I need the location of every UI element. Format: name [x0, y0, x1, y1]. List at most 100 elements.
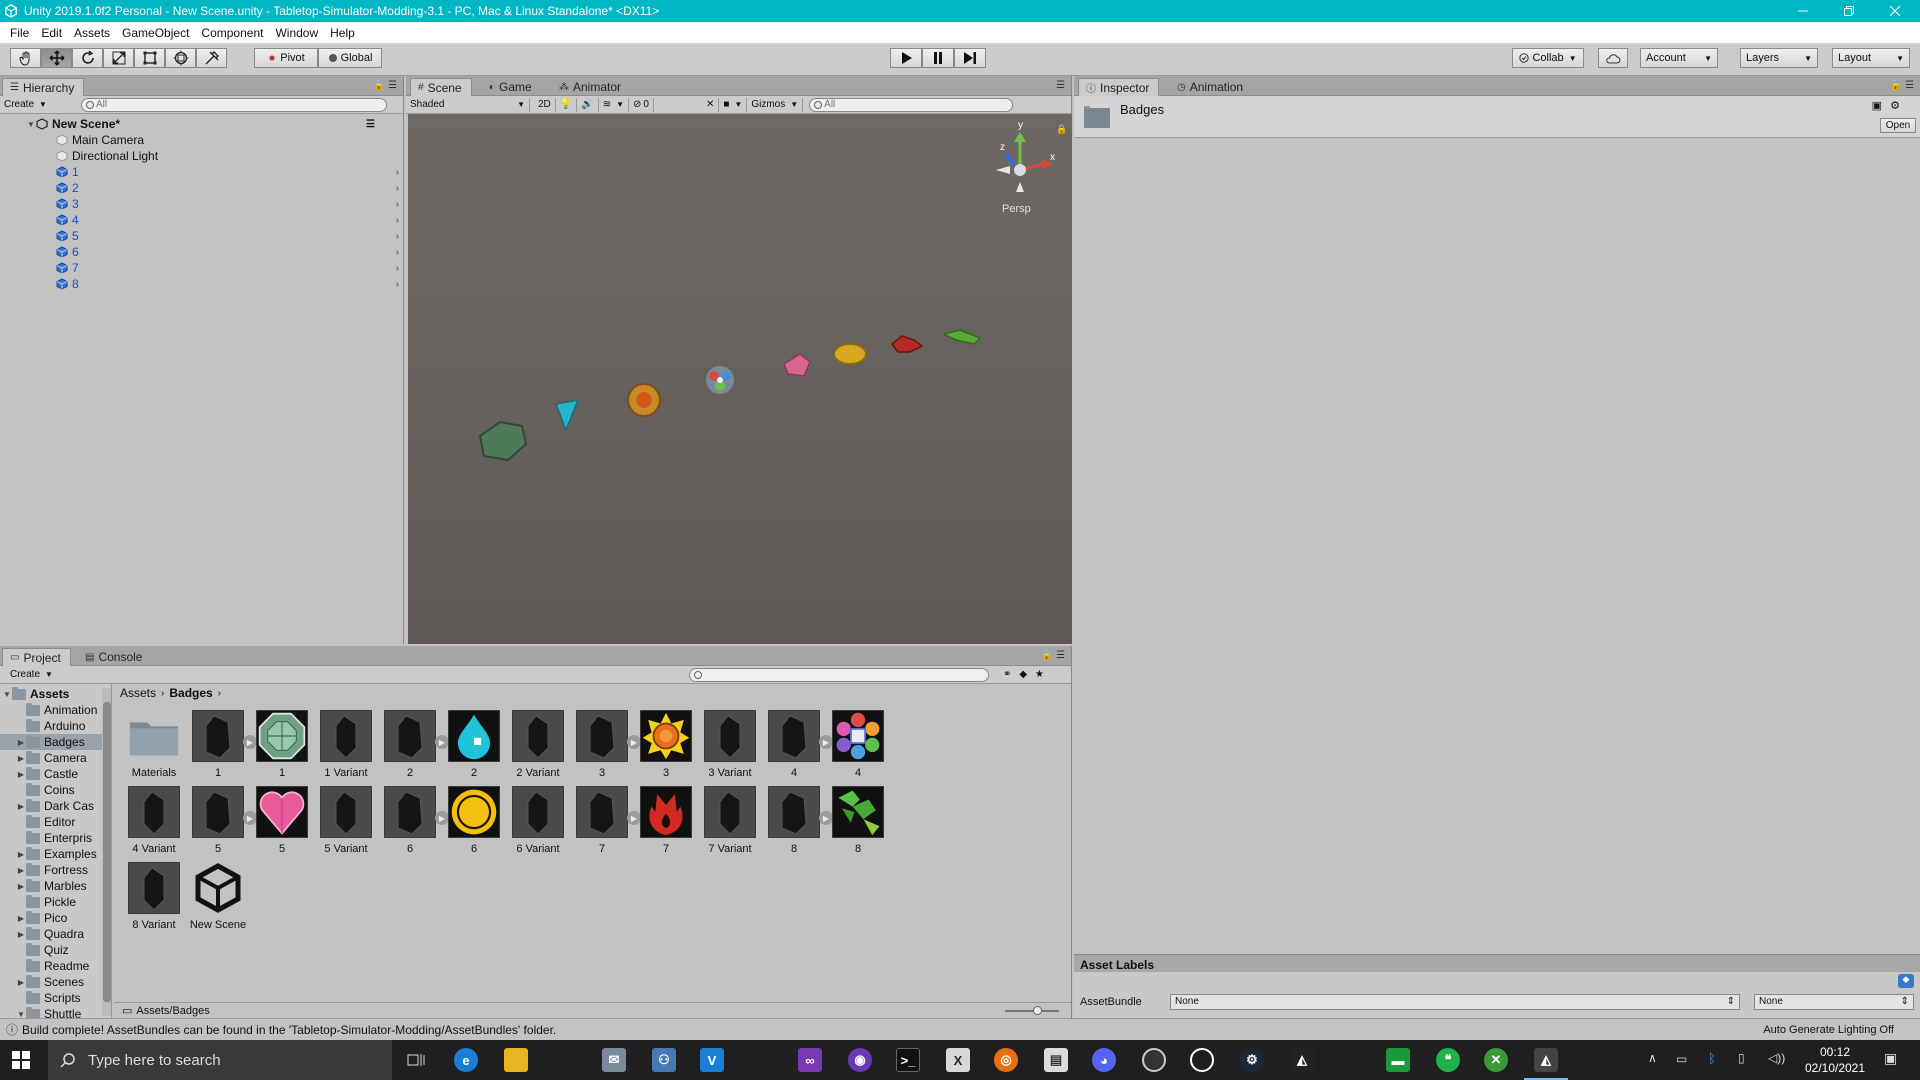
asset-item[interactable]: 2 [442, 710, 506, 779]
expand-arrow-icon[interactable]: ▶ [16, 914, 26, 923]
menu-gameobject[interactable]: GameObject [116, 26, 195, 40]
expand-arrow-icon[interactable]: ▶ [16, 866, 26, 875]
blender-icon[interactable]: ◎ [994, 1048, 1018, 1072]
folder-tree-item[interactable]: Coins [16, 782, 102, 798]
tab-console[interactable]: ▤ Console [78, 648, 151, 666]
asset-item[interactable]: ▶ 8 [762, 786, 833, 855]
folder-tree-root[interactable]: ▼ Assets [2, 686, 69, 702]
breadcrumb-assets[interactable]: Assets [120, 686, 156, 700]
expand-arrow-icon[interactable]: ▼ [16, 1010, 26, 1019]
hierarchy-item-1[interactable]: 1 › [0, 164, 403, 180]
notepad-icon[interactable]: ▤ [1044, 1048, 1068, 1072]
unity-hub-icon[interactable]: ◭ [1290, 1048, 1314, 1072]
xbox-icon[interactable]: ✕ [1484, 1048, 1508, 1072]
folder-tree-item[interactable]: ▶ Quadra [16, 926, 102, 942]
tab-hierarchy[interactable]: ☰ Hierarchy [2, 78, 85, 96]
folder-tree-item[interactable]: ▶ Dark Cas [16, 798, 102, 814]
asset-item[interactable]: 5 [250, 786, 314, 855]
asset-item[interactable]: New Scene [186, 862, 250, 931]
filter-type-icon[interactable]: ⚭ [1003, 669, 1011, 680]
expand-arrow-icon[interactable]: ▶ [16, 754, 26, 763]
hierarchy-item-main-camera[interactable]: Main Camera [0, 132, 403, 148]
tab-inspector[interactable]: ⓘ Inspector [1078, 78, 1160, 96]
hierarchy-item-6[interactable]: 6 › [0, 244, 403, 260]
menu-help[interactable]: Help [324, 26, 361, 40]
shading-dropdown[interactable]: Shaded ▼ [406, 97, 530, 112]
global-toggle[interactable]: Global [318, 48, 382, 68]
effects-dropdown[interactable]: ≋ ▼ [599, 97, 630, 112]
folder-tree-item[interactable]: Pickle [16, 894, 102, 910]
move-tool-icon[interactable] [41, 48, 72, 68]
hierarchy-item-3[interactable]: 3 › [0, 196, 403, 212]
scene-viewport[interactable]: y x z Persp 🔒 [408, 114, 1072, 644]
account-dropdown[interactable]: Account ▼ [1640, 48, 1718, 68]
terminal-icon[interactable]: >_ [896, 1048, 920, 1072]
network-icon[interactable]: ▭ [1676, 1052, 1687, 1066]
close-icon[interactable] [1872, 0, 1918, 22]
rect-tool-icon[interactable] [134, 48, 165, 68]
expand-arrow-icon[interactable]: ▶ [16, 882, 26, 891]
file-explorer-icon[interactable] [504, 1048, 528, 1072]
create-dropdown[interactable]: Create ▼ [0, 98, 51, 112]
asset-item[interactable]: 8 Variant [122, 862, 186, 931]
audio-toggle[interactable]: 🔊 [577, 97, 599, 112]
volume-icon[interactable]: ◁)) [1768, 1051, 1785, 1065]
folder-tree-item[interactable]: ▶ Camera [16, 750, 102, 766]
assetbundle-variant-dropdown[interactable]: None ⇕ [1754, 994, 1914, 1010]
hidden-objects-toggle[interactable]: ⊘ 0 [629, 97, 654, 112]
folder-tree-item[interactable]: ▶ Pico [16, 910, 102, 926]
hierarchy-item-2[interactable]: 2 › [0, 180, 403, 196]
scene-search-input[interactable]: All [809, 97, 1014, 112]
hierarchy-item-7[interactable]: 7 › [0, 260, 403, 276]
asset-item[interactable]: 1 [250, 710, 314, 779]
status-message[interactable]: Build complete! AssetBundles can be foun… [22, 1023, 556, 1037]
hierarchy-search-input[interactable]: All [80, 97, 387, 112]
folder-tree-item[interactable]: Editor [16, 814, 102, 830]
asset-item[interactable]: 4 Variant [122, 786, 186, 855]
asset-item[interactable]: ▶ 1 [186, 710, 257, 779]
steam-icon[interactable]: ⚙ [1240, 1048, 1264, 1072]
camera-dropdown[interactable]: ■ ▼ [719, 97, 748, 112]
tab-animation[interactable]: ◷ Animation [1170, 78, 1252, 96]
layout-dropdown[interactable]: Layout ▼ [1832, 48, 1910, 68]
scene-root-row[interactable]: ▼ New Scene* ☰ [0, 116, 403, 132]
project-create-dropdown[interactable]: Create ▼ [6, 668, 57, 682]
rotate-tool-icon[interactable] [72, 48, 103, 68]
asset-item[interactable]: Materials [122, 710, 186, 779]
hierarchy-item-directional-light[interactable]: Directional Light [0, 148, 403, 164]
custom-tool-icon[interactable] [196, 48, 227, 68]
hierarchy-item-4[interactable]: 4 › [0, 212, 403, 228]
asset-item[interactable]: ▶ 5 [186, 786, 257, 855]
chevron-right-icon[interactable]: › [396, 231, 399, 242]
projection-label[interactable]: Persp [1002, 203, 1031, 215]
expand-arrow-icon[interactable]: ▶ [16, 738, 26, 747]
folder-tree-item[interactable]: ▶ Castle [16, 766, 102, 782]
folder-tree-item[interactable]: ▼ Shuttle [16, 1006, 102, 1018]
taskbar-search-box[interactable]: Type here to search [48, 1040, 392, 1080]
asset-item[interactable]: 2 Variant [506, 710, 570, 779]
menu-assets[interactable]: Assets [68, 26, 116, 40]
tab-animator[interactable]: ⁂ Animator [552, 78, 630, 96]
menu-edit[interactable]: Edit [35, 26, 68, 40]
expand-arrow-icon[interactable]: ▶ [16, 930, 26, 939]
zoom-slider[interactable] [1005, 1006, 1059, 1015]
chevron-right-icon[interactable]: › [396, 167, 399, 178]
github-desktop-icon[interactable]: ◉ [848, 1048, 872, 1072]
vscode-blue-icon[interactable]: V [700, 1048, 724, 1072]
folder-tree-item[interactable]: Enterpris [16, 830, 102, 846]
menu-file[interactable]: File [4, 26, 35, 40]
chevron-up-icon[interactable]: ∧ [1648, 1051, 1657, 1065]
zoom-slider-thumb[interactable] [1033, 1006, 1042, 1015]
folder-tree-item[interactable]: ▶ Scenes [16, 974, 102, 990]
folder-tree-item[interactable]: ▶ Examples [16, 846, 102, 862]
project-search-input[interactable] [688, 667, 989, 682]
asset-item[interactable]: 1 Variant [314, 710, 378, 779]
step-button[interactable] [954, 48, 986, 68]
folder-tree-item[interactable]: ▶ Marbles [16, 878, 102, 894]
tab-project[interactable]: ▭ Project [2, 648, 71, 666]
discord-icon[interactable]: ◕ [1092, 1048, 1116, 1072]
panel-menu-icon[interactable]: ☰ [1056, 80, 1065, 91]
menu-window[interactable]: Window [269, 26, 324, 40]
expand-arrow-icon[interactable]: ▶ [16, 850, 26, 859]
edge-browser-icon[interactable]: e [454, 1048, 478, 1072]
